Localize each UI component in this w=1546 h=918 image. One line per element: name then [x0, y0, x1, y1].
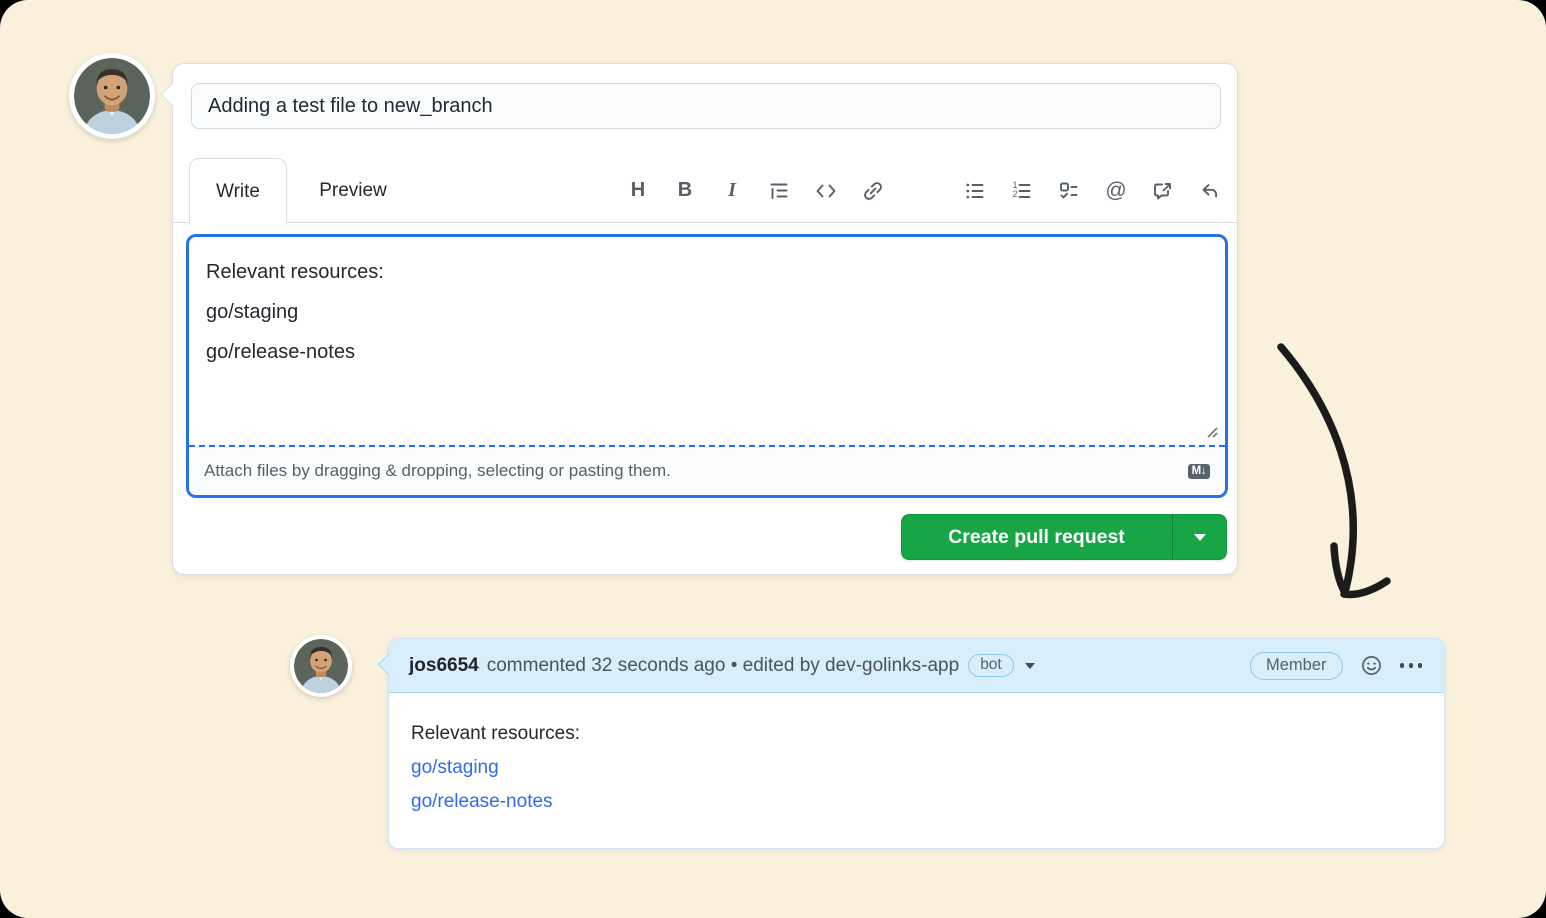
- mention-icon[interactable]: @: [1105, 180, 1127, 202]
- pr-composer-card: Write Preview H B I: [172, 63, 1238, 575]
- comment-meta-text: commented 32 seconds ago • edited by dev…: [487, 655, 959, 677]
- bold-icon[interactable]: B: [674, 180, 696, 202]
- pr-title-input[interactable]: [191, 83, 1221, 129]
- tab-preview[interactable]: Preview: [287, 158, 419, 223]
- comment-body: Relevant resources: go/staging go/releas…: [389, 693, 1444, 819]
- italic-icon[interactable]: I: [721, 180, 743, 202]
- svg-text:2: 2: [1013, 188, 1018, 198]
- markdown-supported-icon[interactable]: M↓: [1188, 464, 1210, 479]
- attach-files-hint: Attach files by dragging & dropping, sel…: [204, 461, 671, 481]
- markdown-toolbar: H B I: [627, 158, 1221, 223]
- pr-description-textarea[interactable]: Relevant resources: go/staging go/releas…: [189, 237, 1225, 445]
- cross-reference-icon[interactable]: [1152, 180, 1174, 202]
- ordered-list-icon[interactable]: 1 2: [1011, 180, 1033, 202]
- add-reaction-icon[interactable]: [1360, 654, 1383, 677]
- code-icon[interactable]: [815, 180, 837, 202]
- editor-line: Relevant resources:: [206, 252, 1208, 292]
- comment-header: jos6654 commented 32 seconds ago • edite…: [389, 639, 1444, 693]
- link-icon[interactable]: [862, 180, 884, 202]
- editor-line: go/release-notes: [206, 332, 1208, 372]
- composer-author-avatar: [69, 53, 155, 139]
- editor-line: go/staging: [206, 292, 1208, 332]
- comment-options-kebab-icon[interactable]: [1398, 659, 1425, 672]
- golink-staging-link[interactable]: go/staging: [411, 751, 1422, 785]
- create-pull-request-button[interactable]: Create pull request: [901, 514, 1172, 560]
- timeline-comment-card: jos6654 commented 32 seconds ago • edite…: [388, 638, 1445, 849]
- screen: Write Preview H B I: [0, 0, 1546, 918]
- pr-description-editor: Relevant resources: go/staging go/releas…: [186, 234, 1228, 498]
- attach-files-bar[interactable]: Attach files by dragging & dropping, sel…: [189, 445, 1225, 495]
- heading-icon[interactable]: H: [627, 180, 649, 202]
- quote-icon[interactable]: [768, 180, 790, 202]
- unordered-list-icon[interactable]: [964, 180, 986, 202]
- task-list-icon[interactable]: [1058, 180, 1080, 202]
- composer-speech-caret: [160, 82, 184, 106]
- composer-tabbar: Write Preview H B I: [173, 158, 1237, 223]
- curved-arrow-annotation: [1250, 330, 1470, 630]
- tab-write[interactable]: Write: [189, 158, 287, 224]
- comment-intro-text: Relevant resources:: [411, 717, 1422, 751]
- bot-badge: bot: [968, 654, 1014, 677]
- edit-history-dropdown-icon[interactable]: [1025, 663, 1035, 669]
- chevron-down-icon: [1194, 534, 1206, 541]
- create-pull-request-split-button: Create pull request: [901, 514, 1227, 560]
- reply-icon[interactable]: [1199, 180, 1221, 202]
- golink-release-notes-link[interactable]: go/release-notes: [411, 785, 1422, 819]
- comment-author-link[interactable]: jos6654: [409, 655, 479, 677]
- member-badge: Member: [1250, 652, 1343, 680]
- create-pull-request-dropdown[interactable]: [1172, 514, 1227, 560]
- resize-grabber-icon[interactable]: [1205, 425, 1220, 445]
- comment-author-avatar[interactable]: [290, 635, 352, 697]
